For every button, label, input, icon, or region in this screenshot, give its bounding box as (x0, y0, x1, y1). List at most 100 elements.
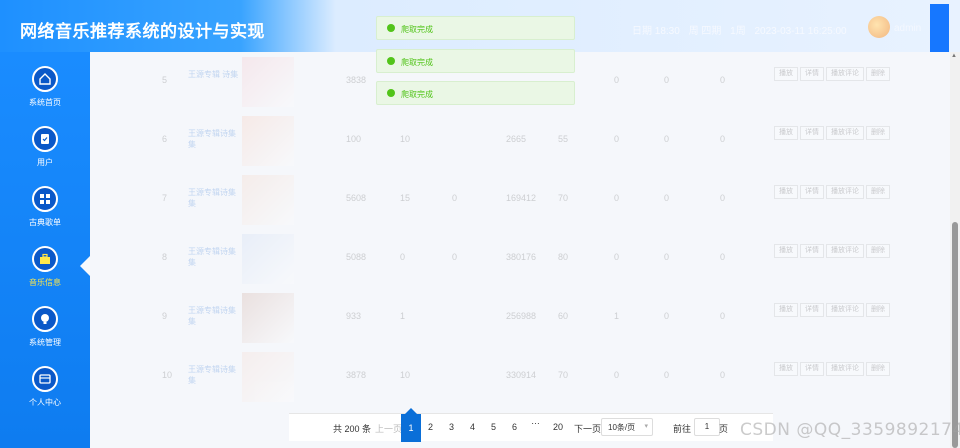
scrollbar-thumb[interactable] (952, 222, 958, 448)
row-action-button[interactable]: 播放评论 (826, 362, 864, 376)
row-title[interactable]: 王源专辑诗集 集 (188, 187, 240, 209)
success-icon (387, 89, 395, 97)
page-2-button[interactable]: 2 (428, 422, 433, 432)
table-cell: 10 (162, 370, 173, 380)
cover-image (242, 175, 294, 225)
row-action-button[interactable]: 删除 (866, 303, 890, 317)
table-cell: 0 (720, 193, 726, 203)
header-meta: 日期 18:30 周 四期 1周 2023-03-11 16:25:00 (632, 22, 853, 37)
row-actions: 播放 详情 播放评论 删除 (774, 362, 892, 376)
row-action-button[interactable]: 删除 (866, 67, 890, 81)
row-action-button[interactable]: 播放评论 (826, 185, 864, 199)
table-cell: 0 (452, 193, 458, 203)
row-action-button[interactable]: 播放 (774, 362, 798, 376)
active-indicator (80, 256, 90, 276)
row-title[interactable]: 王源专辑 诗集 (188, 69, 240, 80)
page-size-select[interactable]: 10条/页 ▾ (601, 418, 653, 436)
row-action-button[interactable]: 删除 (866, 362, 890, 376)
table-cell: 0 (614, 75, 620, 85)
row-actions: 播放 详情 播放评论 删除 (774, 126, 892, 140)
sidebar: 系统首页 用户 古典歌单 音乐信息 系统管理 个人中心 (0, 52, 90, 448)
table-cell: 3838 (346, 75, 367, 85)
row-action-button[interactable]: 播放评论 (826, 126, 864, 140)
row-action-button[interactable]: 详情 (800, 126, 824, 140)
table-cell: 0 (664, 311, 670, 321)
table-cell: 5608 (346, 193, 367, 203)
row-action-button[interactable]: 详情 (800, 244, 824, 258)
row-title[interactable]: 王源专辑诗集 集 (188, 305, 240, 327)
scroll-up-icon[interactable]: ▲ (951, 53, 957, 59)
row-action-button[interactable]: 播放 (774, 126, 798, 140)
page-4-button[interactable]: 4 (470, 422, 475, 432)
main-content: 5 3838 0 0 0 王源专辑 诗集 播放 详情 播放评论 删除 6 100 10 2665 55 0 0 0… (90, 52, 950, 448)
table-cell: 15 (400, 193, 411, 203)
sidebar-item-label: 系统管理 (29, 338, 61, 347)
row-action-button[interactable]: 播放 (774, 244, 798, 258)
table-cell: 8 (162, 252, 168, 262)
table-cell: 2665 (506, 134, 527, 144)
chevron-down-icon: ▾ (644, 423, 648, 430)
table-cell: 60 (558, 311, 569, 321)
cover-image (242, 352, 294, 402)
table-cell: 0 (614, 134, 620, 144)
row-action-button[interactable]: 详情 (800, 303, 824, 317)
table-cell: 100 (346, 134, 362, 144)
sidebar-item-user[interactable]: 用户 (0, 126, 90, 180)
row-actions: 播放 详情 播放评论 删除 (774, 185, 892, 199)
row-actions: 播放 详情 播放评论 删除 (774, 244, 892, 258)
row-action-button[interactable]: 播放 (774, 303, 798, 317)
table-cell: 330914 (506, 370, 537, 380)
table-cell: 1 (400, 311, 406, 321)
sidebar-item-playlist[interactable]: 古典歌单 (0, 186, 90, 240)
sidebar-item-label: 音乐信息 (29, 278, 61, 287)
row-action-button[interactable]: 播放评论 (826, 67, 864, 81)
sidebar-item-profile[interactable]: 个人中心 (0, 366, 90, 420)
row-action-button[interactable]: 详情 (800, 362, 824, 376)
goto-unit: 页 (719, 424, 729, 434)
page-last-button[interactable]: 20 (553, 422, 563, 432)
row-title[interactable]: 王源专辑诗集 集 (188, 364, 240, 386)
toast-message: 爬取完成 (376, 49, 575, 73)
pagination-prev[interactable]: 上一页 (375, 422, 402, 435)
table-row: 6 100 10 2665 55 0 0 0 王源专辑诗集 集 播放 详情 播放评论 删除 (150, 112, 930, 170)
table-row: 10 3878 10 330914 70 0 0 0 王源专辑诗集 集 播放 详情 播放评论 删除 (150, 348, 930, 406)
page-3-button[interactable]: 3 (449, 422, 454, 432)
page-size-value: 10条/页 (608, 423, 636, 432)
table-cell: 10 (400, 134, 411, 144)
row-title[interactable]: 王源专辑诗集 集 (188, 128, 240, 150)
table-cell: 0 (720, 75, 726, 85)
row-action-button[interactable]: 播放 (774, 185, 798, 199)
sidebar-item-label: 个人中心 (29, 398, 61, 407)
table-cell: 6 (162, 134, 168, 144)
sidebar-item-music-info[interactable]: 音乐信息 (0, 246, 90, 300)
page-1-button[interactable]: 1 (401, 408, 421, 442)
page-5-button[interactable]: 5 (491, 422, 496, 432)
row-action-button[interactable]: 详情 (800, 185, 824, 199)
username[interactable]: admin (894, 23, 921, 34)
row-title[interactable]: 王源专辑诗集 集 (188, 246, 240, 268)
table-cell: 3878 (346, 370, 367, 380)
row-action-button[interactable]: 详情 (800, 67, 824, 81)
pagination-next[interactable]: 下一页 (574, 422, 601, 435)
header-meta-1: 日期 18:30 (632, 26, 680, 37)
row-action-button[interactable]: 删除 (866, 244, 890, 258)
row-action-button[interactable]: 播放评论 (826, 303, 864, 317)
goto-page-input[interactable]: 1 (694, 418, 720, 436)
row-action-button[interactable]: 删除 (866, 185, 890, 199)
table-cell: 1 (614, 311, 620, 321)
toast-message: 爬取完成 (376, 16, 575, 40)
sidebar-item-system[interactable]: 系统管理 (0, 306, 90, 360)
sidebar-item-home[interactable]: 系统首页 (0, 66, 90, 120)
sidebar-item-label: 古典歌单 (29, 218, 61, 227)
table-cell: 0 (664, 193, 670, 203)
row-action-button[interactable]: 播放评论 (826, 244, 864, 258)
row-action-button[interactable]: 删除 (866, 126, 890, 140)
avatar[interactable] (868, 16, 890, 38)
page-6-button[interactable]: 6 (512, 422, 517, 432)
toast-text: 爬取完成 (401, 25, 433, 34)
toast-text: 爬取完成 (401, 58, 433, 67)
cover-image (242, 293, 294, 343)
row-action-button[interactable]: 播放 (774, 67, 798, 81)
pagination-ellipsis[interactable]: … (531, 416, 540, 426)
table-cell: 7 (162, 193, 168, 203)
